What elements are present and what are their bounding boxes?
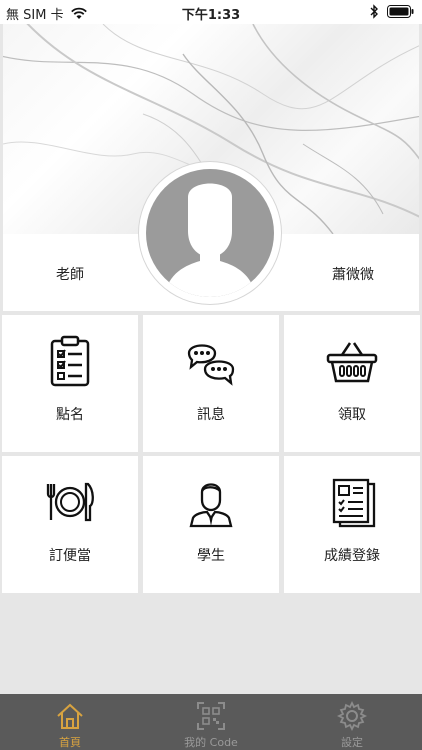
tile-pickup[interactable]: 領取 [284,315,420,452]
report-document-icon [332,478,376,528]
tab-label: 首頁 [59,736,81,749]
tile-students[interactable]: 學生 [143,456,279,593]
tile-order-lunch[interactable]: 訂便當 [2,456,138,593]
status-bar: 無 SIM 卡 下午1:33 [0,0,422,24]
user-name: 蕭微微 [332,267,374,283]
student-icon [189,483,233,528]
tab-my-code[interactable]: 我的 Code [141,694,281,750]
tile-grade-entry[interactable]: 成績登錄 [284,456,420,593]
tab-label: 設定 [341,736,363,749]
tab-home[interactable]: 首頁 [0,694,140,750]
tile-label: 點名 [56,407,84,423]
tile-roll-call[interactable]: 點名 [2,315,138,452]
bluetooth-icon [370,4,378,19]
home-icon [57,703,83,729]
clipboard-checklist-icon [50,335,90,387]
tab-label: 我的 Code [184,736,238,749]
tile-label: 訊息 [197,407,225,423]
tile-label: 學生 [197,548,225,564]
tab-settings[interactable]: 設定 [282,694,422,750]
tile-messages[interactable]: 訊息 [143,315,279,452]
tab-bar: 首頁 我的 Code 設定 [0,694,422,750]
tile-label: 訂便當 [49,548,91,564]
plate-fork-knife-icon [46,482,94,522]
chat-bubbles-icon [187,344,235,386]
role-label: 老師 [56,267,84,283]
qr-code-icon [197,702,225,730]
avatar[interactable] [139,162,281,304]
basket-icon [326,342,378,383]
status-time: 下午1:33 [181,8,241,23]
person-silhouette-icon [164,183,256,297]
tile-label: 領取 [338,407,366,423]
tile-label: 成績登錄 [324,548,380,564]
gear-icon [336,700,368,732]
battery-icon [387,5,414,18]
